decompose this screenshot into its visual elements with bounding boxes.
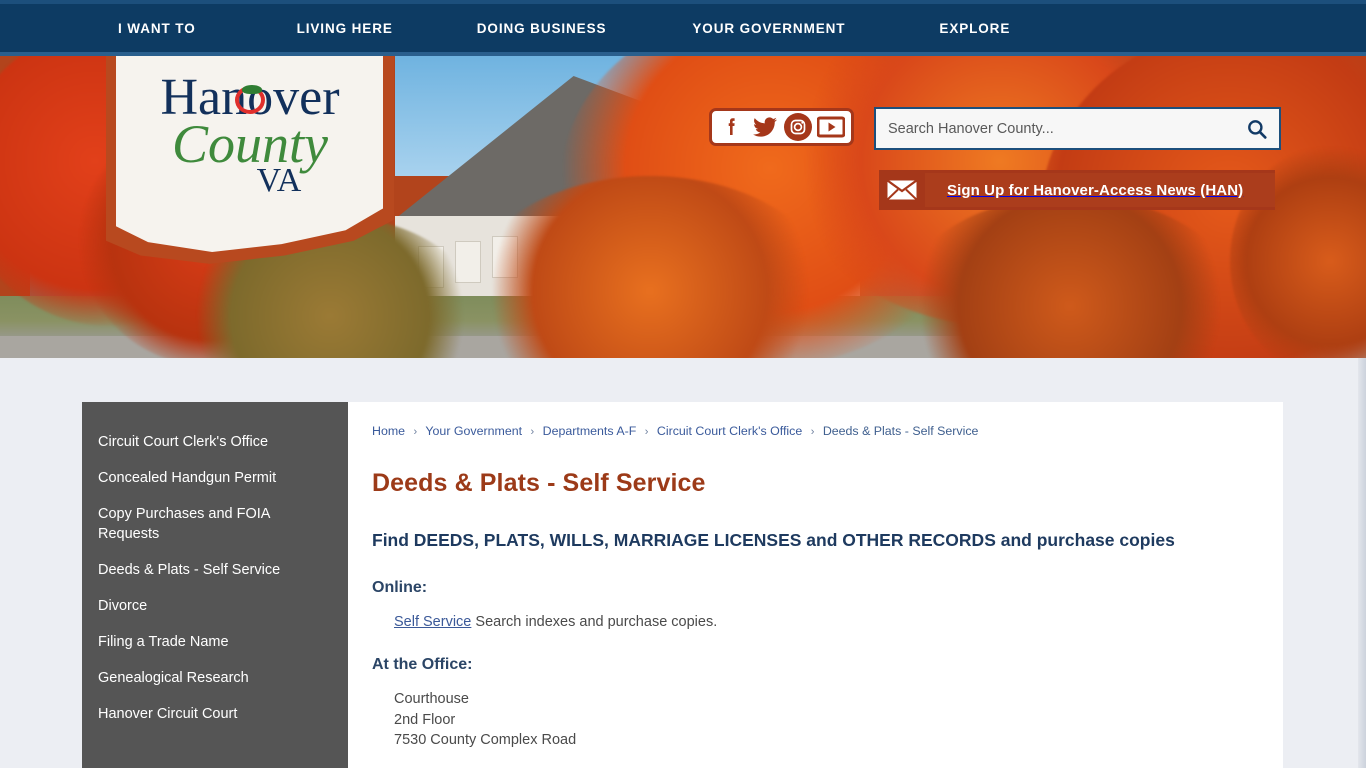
right-gutter (1358, 358, 1366, 768)
self-service-link[interactable]: Self Service (394, 614, 471, 630)
sidebar-item-circuit-court-clerks-office[interactable]: Circuit Court Clerk's Office (82, 424, 348, 460)
sidebar-item-deeds-and-plats-self-service[interactable]: Deeds & Plats - Self Service (82, 552, 348, 588)
social-links (709, 108, 854, 146)
han-signup-label: Sign Up for Hanover-Access News (HAN) (925, 173, 1275, 207)
nav-item-doing-business[interactable]: DOING BUSINESS (477, 21, 607, 36)
office-heading: At the Office: (372, 656, 473, 673)
breadcrumb-separator: › (810, 426, 815, 438)
page-title: Deeds & Plats - Self Service (372, 469, 706, 497)
breadcrumb-item-departments-a-f[interactable]: Departments A-F (543, 424, 637, 438)
section-sidebar-menu: Circuit Court Clerk's Office Concealed H… (82, 402, 348, 768)
main-navigation: I WANT TO LIVING HERE DOING BUSINESS YOU… (0, 4, 1366, 52)
nav-item-living-here[interactable]: LIVING HERE (297, 21, 393, 36)
breadcrumb-separator: › (413, 426, 418, 438)
address-line-1: Courthouse (394, 691, 469, 707)
han-signup-banner[interactable]: Sign Up for Hanover-Access News (HAN) (879, 170, 1275, 210)
envelope-icon (879, 170, 925, 210)
sidebar-item-filing-a-trade-name[interactable]: Filing a Trade Name (82, 624, 348, 660)
nav-item-your-government[interactable]: YOUR GOVERNMENT (692, 21, 845, 36)
breadcrumb-separator: › (644, 426, 649, 438)
breadcrumb-item-current: Deeds & Plats - Self Service (822, 424, 979, 438)
breadcrumb-item-your-government[interactable]: Your Government (425, 424, 522, 438)
logo-text: Hanover County VA (106, 70, 394, 198)
sidebar-item-divorce[interactable]: Divorce (82, 588, 348, 624)
facebook-icon[interactable] (718, 113, 746, 141)
address-line-3: 7530 County Complex Road (394, 732, 577, 748)
search-input[interactable] (876, 109, 1235, 148)
site-search (874, 107, 1281, 150)
sidebar-item-hanover-circuit-court[interactable]: Hanover Circuit Court (82, 696, 348, 732)
main-content-panel: Home › Your Government › Departments A-F… (348, 402, 1283, 768)
main-nav-list: I WANT TO LIVING HERE DOING BUSINESS YOU… (0, 4, 1366, 52)
address-line-2: 2nd Floor (394, 711, 456, 728)
sidebar-item-copy-purchases-and-foia-requests[interactable]: Copy Purchases and FOIA Requests (82, 496, 348, 552)
breadcrumb-item-circuit-court-clerks-office[interactable]: Circuit Court Clerk's Office (657, 424, 802, 438)
search-icon (1248, 119, 1267, 139)
sidebar-item-genealogical-research[interactable]: Genealogical Research (82, 660, 348, 696)
online-paragraph: Self Service Search indexes and purchase… (394, 612, 1259, 632)
search-button[interactable] (1235, 109, 1279, 148)
tomato-icon (235, 85, 265, 114)
sidebar-item-concealed-handgun-permit[interactable]: Concealed Handgun Permit (82, 460, 348, 496)
office-address: Courthouse 2nd Floor 7530 County Complex… (394, 689, 1259, 751)
youtube-icon[interactable] (817, 113, 845, 141)
page-lede: Find DEEDS, PLATS, WILLS, MARRIAGE LICEN… (372, 530, 1175, 550)
breadcrumb-separator: › (530, 426, 535, 438)
instagram-icon[interactable] (784, 113, 812, 141)
breadcrumb-item-home[interactable]: Home (372, 424, 405, 438)
online-heading: Online: (372, 579, 428, 596)
nav-item-explore[interactable]: EXPLORE (939, 21, 1010, 36)
twitter-icon[interactable] (751, 113, 779, 141)
online-text: Search indexes and purchase copies. (471, 614, 718, 630)
breadcrumb: Home › Your Government › Departments A-F… (372, 418, 1259, 438)
nav-item-i-want-to[interactable]: I WANT TO (118, 21, 196, 36)
site-logo[interactable]: Hanover County VA (106, 56, 394, 266)
